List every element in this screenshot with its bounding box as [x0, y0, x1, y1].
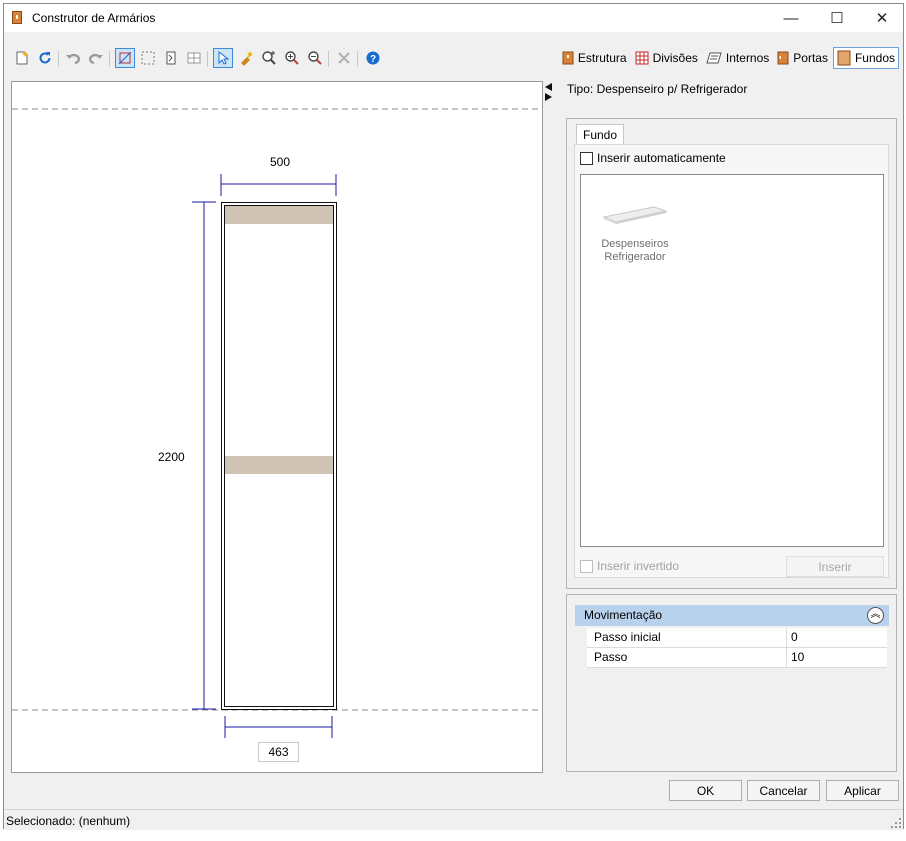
tab-label: Divisões [652, 51, 698, 65]
bottom-width-value: 463 [268, 745, 289, 759]
collapse-icon[interactable]: ︽ [867, 607, 884, 624]
grid-icon[interactable] [184, 48, 204, 68]
ok-button[interactable]: OK [669, 780, 742, 801]
title-bar: Construtor de Armários — ☐ ✕ [4, 4, 903, 32]
resize-grip-icon[interactable] [891, 818, 901, 828]
bottom-width-field[interactable]: 463 [258, 742, 299, 762]
tab-label: Portas [793, 51, 828, 65]
top-shelf [225, 206, 333, 224]
new-icon[interactable] [12, 48, 32, 68]
tab-label: Internos [725, 51, 770, 65]
auto-insert-label: Inserir automaticamente [597, 151, 726, 165]
door-icon [777, 51, 789, 65]
back-panel-thumbnail [602, 206, 668, 224]
status-bar: Selecionado: (nenhum) [4, 809, 903, 830]
section-tabs: Estrutura Divisões Internos Portas Fundo… [559, 47, 899, 69]
drawing-canvas[interactable]: 500 2200 463 [11, 81, 543, 773]
tab-label: Fundos [854, 51, 895, 65]
movement-header[interactable]: Movimentação ︽ [575, 605, 889, 626]
type-label: Tipo: Despenseiro p/ Refrigerador [567, 82, 748, 96]
paint-icon[interactable] [236, 48, 256, 68]
top-width-dimension [220, 174, 337, 196]
back-panel-group: Fundo Inserir automaticamente Despenseir… [566, 118, 897, 589]
window-title: Construtor de Armários [32, 11, 156, 25]
middle-shelf [225, 456, 333, 474]
redo-icon[interactable] [86, 48, 106, 68]
auto-insert-checkbox[interactable]: Inserir automaticamente [580, 151, 726, 165]
inverted-insert-checkbox[interactable]: Inserir invertido [580, 559, 679, 573]
width-label: 500 [270, 155, 291, 169]
inverted-insert-label: Inserir invertido [597, 559, 680, 573]
tab-fundo-content: Inserir automaticamente Despenseiros Ref… [574, 144, 889, 578]
cabinet-builder-window: Construtor de Armários — ☐ ✕ ? Estrutura… [3, 3, 904, 830]
close-button[interactable]: ✕ [859, 4, 905, 32]
toolbar: ? [4, 44, 564, 74]
property-row[interactable]: Passo inicial 0 [587, 628, 887, 648]
edit-structure-icon[interactable] [115, 48, 135, 68]
tab-label: Estrutura [577, 51, 627, 65]
status-text: Selecionado: (nenhum) [6, 814, 131, 828]
property-name: Passo [594, 650, 628, 664]
item-label-line1: Despenseiros [601, 238, 669, 250]
zoom-fit-icon[interactable] [259, 48, 279, 68]
zoom-out-icon[interactable] [305, 48, 325, 68]
back-panel-list[interactable]: Despenseiros Refrigerador [580, 174, 884, 547]
minimize-button[interactable]: — [768, 4, 814, 32]
tab-estrutura[interactable]: Estrutura [559, 47, 630, 69]
bottom-width-dimension [224, 716, 333, 738]
tab-fundo[interactable]: Fundo [576, 124, 625, 145]
property-value[interactable]: 0 [791, 630, 798, 644]
back-panel-icon [837, 50, 851, 66]
property-row[interactable]: Passo 10 [587, 648, 887, 668]
help-icon[interactable]: ? [363, 48, 383, 68]
list-item[interactable]: Despenseiros Refrigerador [599, 201, 671, 264]
insert-button[interactable]: Inserir [786, 556, 884, 577]
tab-portas[interactable]: Portas [774, 47, 831, 69]
undo-icon[interactable] [63, 48, 83, 68]
tab-fundos[interactable]: Fundos [832, 47, 899, 69]
divisions-icon [635, 51, 649, 65]
movement-group: Movimentação ︽ Passo inicial 0 Passo 10 [566, 594, 897, 772]
delete-icon[interactable] [334, 48, 354, 68]
height-dimension [192, 201, 216, 710]
panel-collapse-arrows[interactable] [544, 82, 554, 104]
structure-icon [562, 51, 574, 65]
tab-internos[interactable]: Internos [703, 47, 772, 69]
app-icon [12, 11, 22, 24]
tab-divisoes[interactable]: Divisões [632, 47, 701, 69]
height-label: 2200 [158, 450, 185, 464]
refresh-icon[interactable] [35, 48, 55, 68]
property-value[interactable]: 10 [791, 650, 804, 664]
movement-title: Movimentação [584, 608, 663, 622]
item-label-line2: Refrigerador [604, 251, 666, 263]
property-name: Passo inicial [594, 630, 661, 644]
apply-button[interactable]: Aplicar [826, 780, 899, 801]
pointer-icon[interactable] [213, 48, 233, 68]
svg-text:?: ? [370, 54, 376, 65]
door-icon[interactable] [161, 48, 181, 68]
zoom-in-icon[interactable] [282, 48, 302, 68]
select-area-icon[interactable] [138, 48, 158, 68]
cancel-button[interactable]: Cancelar [747, 780, 820, 801]
internals-icon [706, 52, 722, 64]
maximize-button[interactable]: ☐ [814, 4, 860, 32]
